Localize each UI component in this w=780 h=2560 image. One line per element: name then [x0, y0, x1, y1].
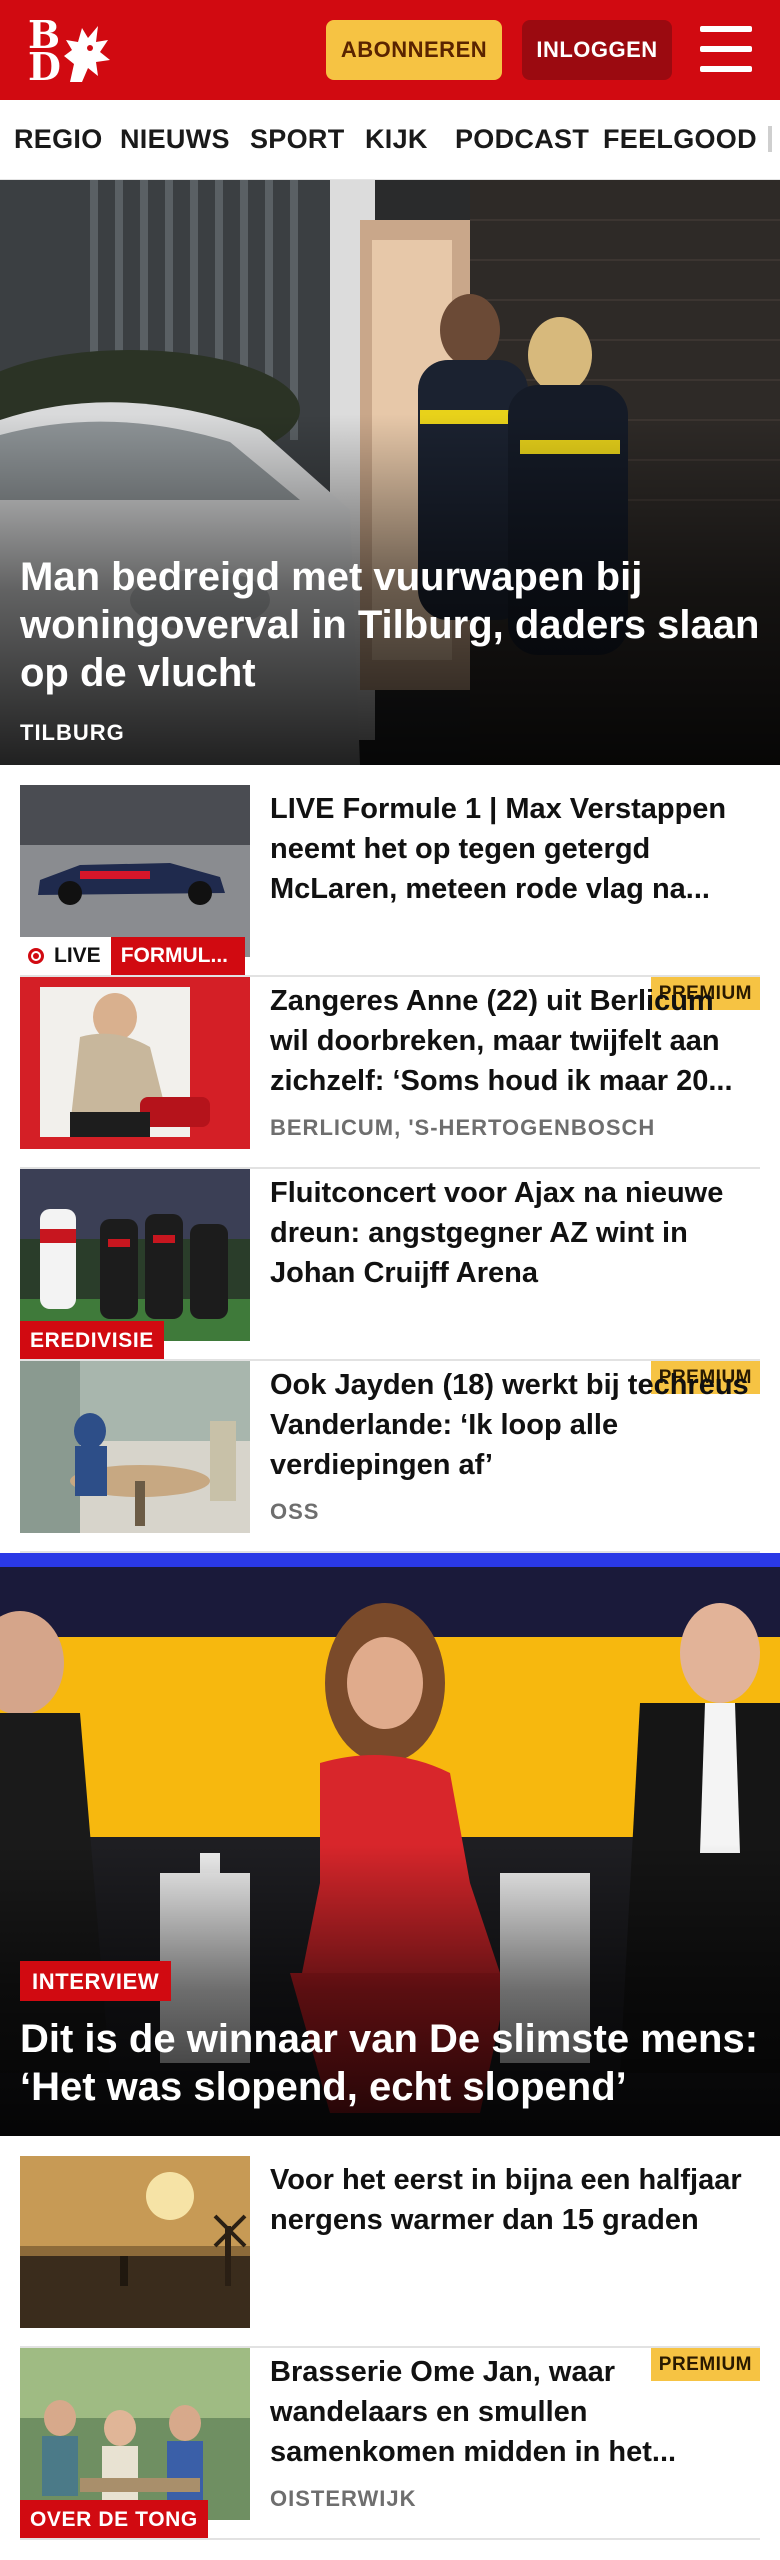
featured-category: INTERVIEW	[20, 1961, 172, 2001]
article-thumbnail	[20, 2156, 250, 2328]
featured-article[interactable]: INTERVIEW Dit is de winnaar van De slims…	[0, 1553, 780, 2136]
section-nav: REGIO NIEUWS SPORT KIJK PODCAST FEELGOOD	[0, 100, 780, 180]
article-title[interactable]: Voor het eerst in bijna een halfjaar ner…	[270, 2160, 760, 2240]
article-title[interactable]: Fluitconcert voor Ajax na nieuwe dreun: …	[270, 1173, 760, 1293]
article-title[interactable]: Zangeres Anne (22) uit Berlicum wil door…	[270, 981, 760, 1101]
list-item[interactable]: PREMIUM OVER DE TONG Brasserie Ome Jan, …	[20, 2348, 760, 2540]
article-title[interactable]: Brasserie Ome Jan, waar wandelaars en sm…	[270, 2352, 760, 2472]
top-bar: B D ABONNEREN INLOGGEN	[0, 0, 780, 100]
article-category: FORMUL...	[110, 937, 245, 975]
article-thumbnail	[20, 1361, 250, 1533]
live-dot-icon	[28, 948, 44, 964]
bd-logo[interactable]: B D	[24, 14, 114, 86]
article-title[interactable]: LIVE Formule 1 | Max Verstappen neemt he…	[270, 789, 760, 909]
hero-title[interactable]: Man bedreigd met vuurwapen bij woningove…	[20, 553, 760, 697]
nav-overflow-indicator	[768, 126, 772, 152]
featured-title[interactable]: Dit is de winnaar van De slimste mens: ‘…	[20, 2015, 760, 2111]
article-thumbnail	[20, 977, 250, 1149]
live-badge: LIVE FORMUL...	[20, 937, 245, 975]
article-thumbnail	[20, 785, 250, 957]
subscribe-button[interactable]: ABONNEREN	[326, 20, 502, 80]
article-category: OVER DE TONG	[20, 2500, 208, 2538]
article-location: BERLICUM, 'S-HERTOGENBOSCH	[270, 1115, 656, 1140]
nav-item-nieuws[interactable]: NIEUWS	[120, 124, 230, 155]
article-thumbnail	[20, 2348, 250, 2520]
hero-location: TILBURG	[20, 720, 125, 745]
nav-item-sport[interactable]: SPORT	[250, 124, 345, 155]
article-thumbnail	[20, 1169, 250, 1341]
article-location: OISTERWIJK	[270, 2486, 417, 2511]
article-title[interactable]: Ook Jayden (18) werkt bij techreus Vande…	[270, 1365, 760, 1485]
list-item[interactable]: EREDIVISIE Fluitconcert voor Ajax na nie…	[20, 1169, 760, 1361]
hamburger-menu-icon[interactable]	[700, 26, 752, 72]
list-item[interactable]: PREMIUM Zangeres Anne (22) uit Berlicum …	[20, 977, 760, 1169]
list-item[interactable]: PREMIUM Ook Jayden (18) werkt bij techre…	[20, 1361, 760, 1553]
nav-item-regio[interactable]: REGIO	[14, 124, 103, 155]
article-category: EREDIVISIE	[20, 1321, 164, 1359]
nav-item-kijk[interactable]: KIJK	[365, 124, 428, 155]
dragon-emblem-icon	[64, 26, 110, 82]
list-item[interactable]: Voor het eerst in bijna een halfjaar ner…	[20, 2156, 760, 2348]
nav-item-podcast[interactable]: PODCAST	[455, 124, 589, 155]
article-location: OSS	[270, 1499, 320, 1524]
list-item[interactable]: LIVE FORMUL... LIVE Formule 1 | Max Vers…	[20, 785, 760, 977]
nav-item-feelgood[interactable]: FEELGOOD	[603, 124, 757, 155]
login-button[interactable]: INLOGGEN	[522, 20, 672, 80]
hero-article[interactable]: Man bedreigd met vuurwapen bij woningove…	[0, 180, 780, 765]
